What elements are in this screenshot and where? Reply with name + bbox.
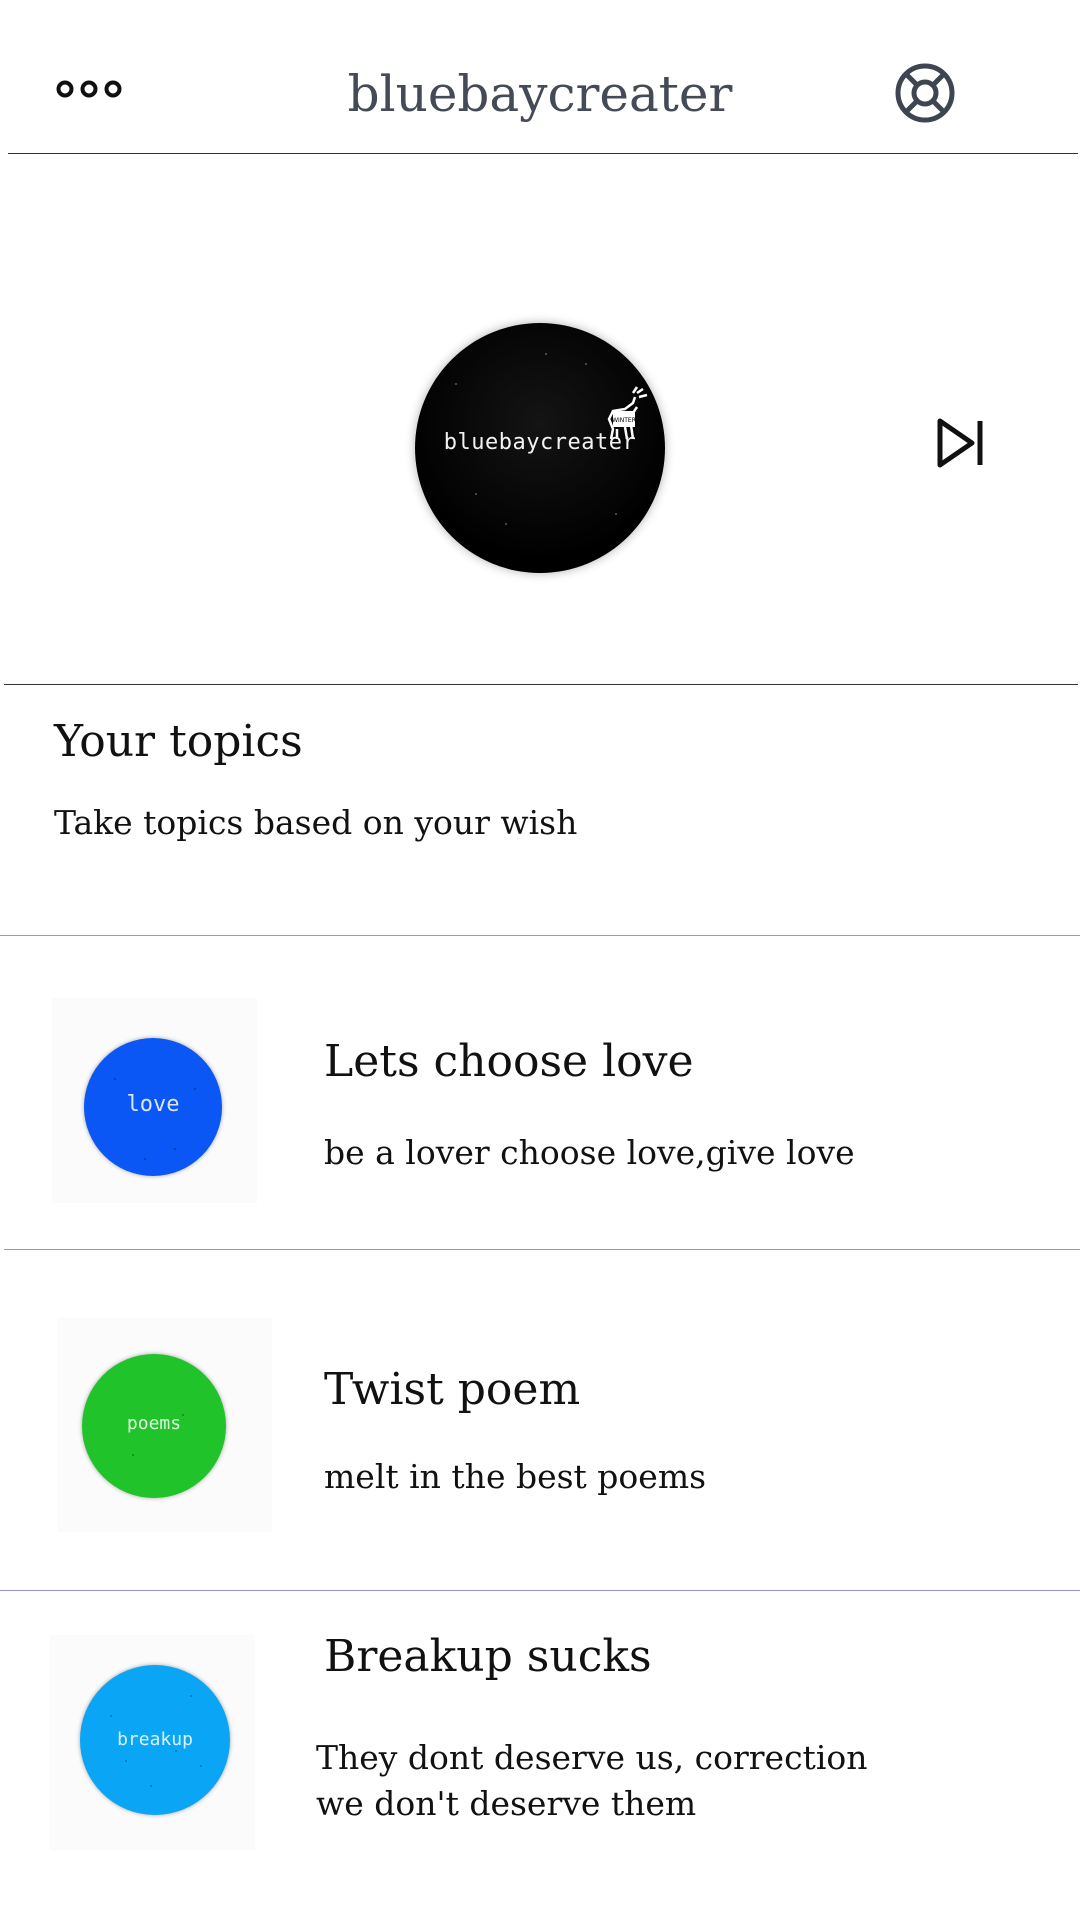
poems-thumbnail-circle: poems — [82, 1354, 226, 1498]
app-header: bluebaycreater — [0, 0, 1080, 150]
thumbnail-label: love — [126, 1092, 180, 1117]
topic-thumbnail: breakup — [50, 1635, 255, 1850]
topic-thumbnail: poems — [58, 1318, 272, 1532]
breakup-thumbnail-circle: breakup — [80, 1665, 230, 1815]
topic-title: Lets choose love — [324, 1036, 694, 1087]
topic-title: Breakup sucks — [324, 1631, 652, 1682]
topic-item-love[interactable]: love Lets choose love be a lover choose … — [0, 936, 1080, 1249]
app-title: bluebaycreater — [347, 65, 733, 123]
header-divider — [8, 153, 1078, 154]
profile-photo-text: bluebaycreater — [443, 430, 637, 455]
topic-description: They dont deserve us, correction we don'… — [316, 1738, 868, 1823]
topic-item-poems[interactable]: poems Twist poem melt in the best poems — [0, 1250, 1080, 1590]
topics-section-subtitle: Take topics based on your wish — [54, 803, 578, 842]
topic-title: Twist poem — [324, 1364, 581, 1415]
thumbnail-label: breakup — [117, 1729, 193, 1750]
love-thumbnail-circle: love — [84, 1038, 222, 1176]
topic-item-breakup[interactable]: breakup Breakup sucks They dont deserve … — [0, 1591, 1080, 1920]
topic-description: melt in the best poems — [324, 1457, 707, 1496]
profile-photo[interactable]: WINTER bluebaycreater — [415, 323, 665, 573]
topic-description: be a lover choose love,give love — [324, 1133, 855, 1172]
topics-section-title: Your topics — [54, 716, 303, 767]
skip-next-icon[interactable] — [934, 416, 988, 470]
profile-divider — [4, 684, 1078, 685]
thumbnail-label: poems — [126, 1413, 182, 1434]
topic-thumbnail: love — [52, 998, 257, 1203]
more-dots-icon[interactable] — [56, 76, 122, 102]
lifebuoy-icon[interactable] — [894, 62, 956, 124]
